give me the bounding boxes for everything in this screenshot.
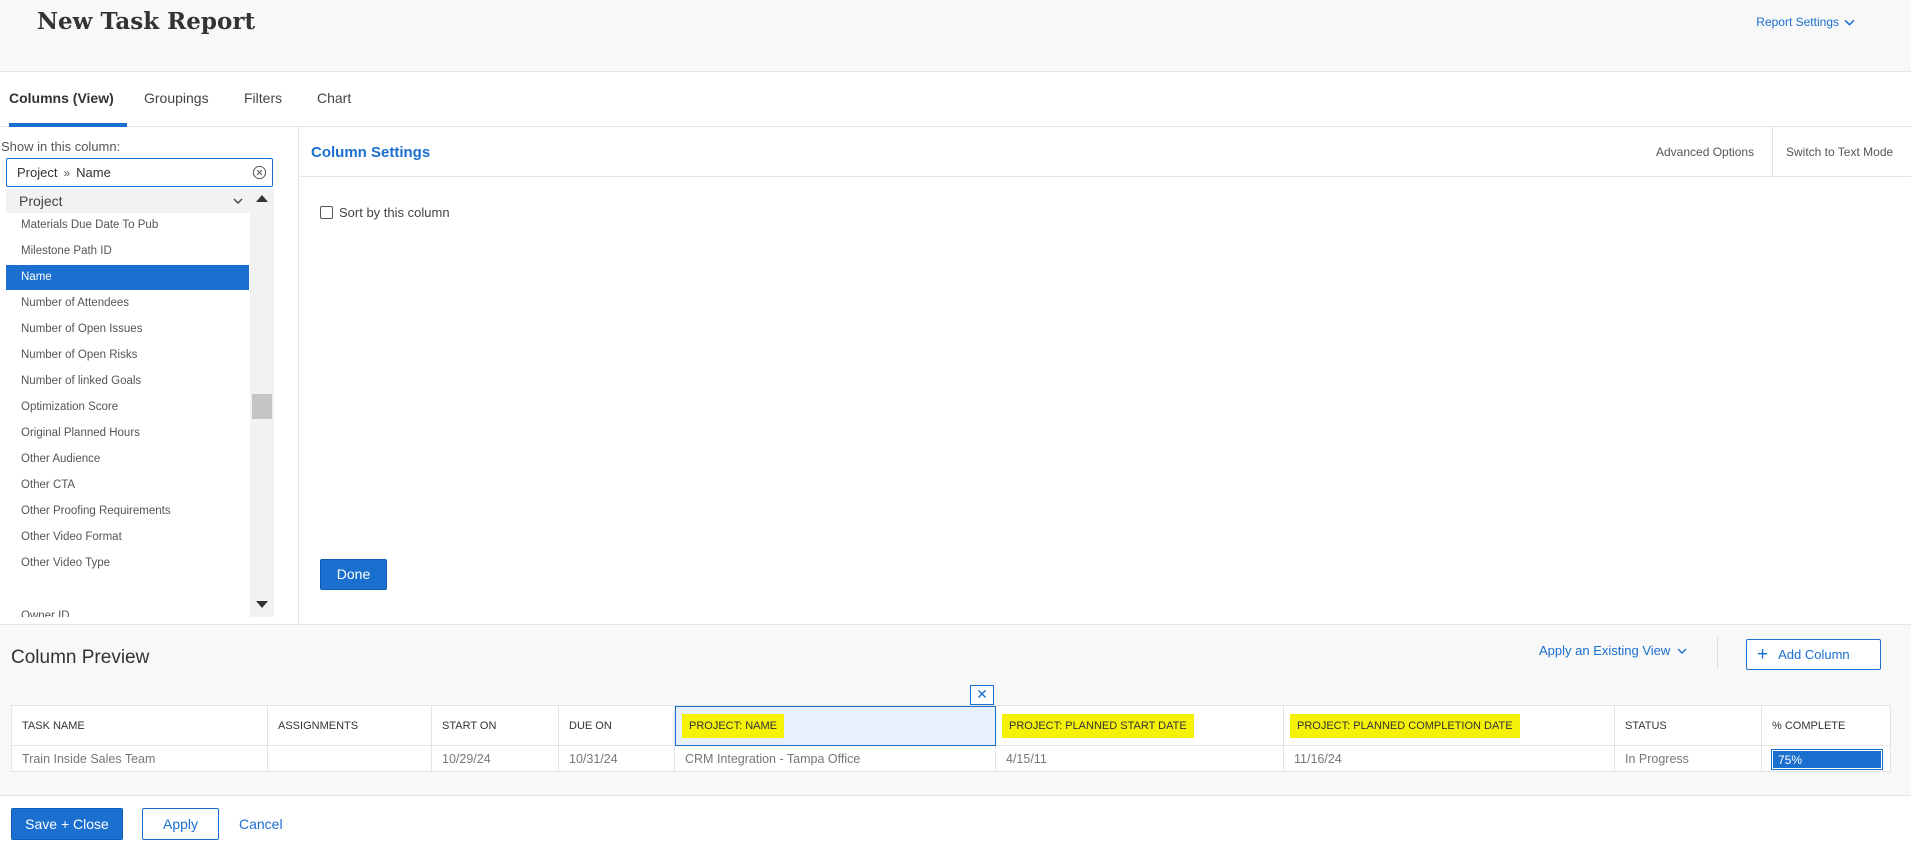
column-header-label: DUE ON: [569, 719, 612, 732]
list-item[interactable]: Other Video Type: [6, 551, 249, 576]
field-path-field: Name: [76, 165, 111, 180]
column-header[interactable]: DUE ON: [559, 706, 675, 746]
list-item[interactable]: Other Audience: [6, 447, 249, 472]
column-header-label: PROJECT: NAME: [682, 714, 785, 738]
chevron-down-icon: [1677, 648, 1687, 654]
field-picker-panel: Show in this column: Project » Name Proj…: [0, 127, 299, 624]
table-cell: 4/15/11: [996, 746, 1284, 772]
table-cell: [268, 746, 432, 772]
column-preview-title: Column Preview: [11, 647, 150, 668]
list-item[interactable]: Other Video Format: [6, 525, 249, 550]
clear-circle-x-icon[interactable]: [252, 165, 267, 180]
list-item[interactable]: Materials Due Date To Pub: [6, 213, 249, 238]
page-title: New Task Report: [37, 8, 256, 35]
sort-checkbox-label[interactable]: Sort by this column: [339, 205, 450, 220]
list-item[interactable]: Original Planned Hours: [6, 421, 249, 446]
list-item[interactable]: Owner ID: [6, 604, 249, 617]
column-header-label: % COMPLETE: [1772, 719, 1846, 732]
tab-bar: Columns (View) Groupings Filters Chart: [0, 72, 1911, 127]
table-cell: CRM Integration - Tampa Office: [675, 746, 996, 772]
report-settings-menu[interactable]: Report Settings: [1756, 15, 1855, 29]
save-close-button[interactable]: Save + Close: [11, 808, 123, 840]
list-item[interactable]: Other Proofing Requirements: [6, 499, 249, 524]
tab-filters[interactable]: Filters: [244, 72, 282, 127]
column-header[interactable]: START ON: [432, 706, 559, 746]
list-item[interactable]: Number of linked Goals: [6, 369, 249, 394]
column-header-label: TASK NAME: [22, 719, 85, 732]
footer-bar: Save + Close Apply Cancel: [0, 795, 1911, 847]
column-preview-section: Column Preview Apply an Existing View + …: [0, 624, 1911, 795]
field-list: Project Materials Due Date To Pub Milest…: [6, 189, 250, 617]
field-path-object: Project: [17, 165, 58, 180]
header-divider: [1772, 127, 1773, 177]
apply-existing-view-menu[interactable]: Apply an Existing View: [1539, 643, 1687, 658]
done-button[interactable]: Done: [320, 559, 387, 590]
column-settings-title: Column Settings: [311, 144, 431, 161]
report-settings-label: Report Settings: [1756, 15, 1839, 29]
toolbar-divider: [1717, 637, 1718, 669]
list-item[interactable]: Optimization Score: [6, 395, 249, 420]
add-column-button[interactable]: + Add Column: [1746, 639, 1881, 670]
list-item-selected[interactable]: Name: [6, 265, 249, 290]
field-list-scrollbar[interactable]: [250, 189, 274, 617]
advanced-options-link[interactable]: Advanced Options: [1656, 127, 1754, 177]
column-header[interactable]: % COMPLETE: [1762, 706, 1890, 746]
chevron-down-icon: [1844, 19, 1855, 26]
tab-groupings[interactable]: Groupings: [144, 72, 209, 127]
apply-button[interactable]: Apply: [142, 808, 219, 840]
column-settings-header: Column Settings Advanced Options Switch …: [300, 127, 1911, 177]
column-header-selected[interactable]: PROJECT: NAME: [675, 706, 996, 746]
column-header[interactable]: ASSIGNMENTS: [268, 706, 432, 746]
plus-icon: +: [1757, 644, 1769, 665]
list-item[interactable]: Other CTA: [6, 473, 249, 498]
scrollbar-thumb[interactable]: [252, 394, 272, 419]
tab-chart[interactable]: Chart: [317, 72, 351, 127]
tab-columns-view[interactable]: Columns (View): [9, 72, 127, 127]
table-cell: 11/16/24: [1284, 746, 1615, 772]
column-settings-panel: Column Settings Advanced Options Switch …: [300, 127, 1911, 624]
apply-existing-view-label: Apply an Existing View: [1539, 643, 1671, 658]
column-header[interactable]: PROJECT: PLANNED START DATE: [996, 706, 1284, 746]
cancel-link[interactable]: Cancel: [239, 808, 283, 840]
page-header: New Task Report Report Settings: [0, 0, 1911, 72]
percent-complete-bar: 75%: [1771, 748, 1883, 770]
column-header-label: STATUS: [1625, 719, 1667, 732]
list-group-label: Project: [19, 193, 63, 209]
column-header[interactable]: PROJECT: PLANNED COMPLETION DATE: [1284, 706, 1615, 746]
table-cell: 10/29/24: [432, 746, 559, 772]
sort-option-row: Sort by this column: [320, 205, 450, 220]
table-cell: Train Inside Sales Team: [12, 746, 268, 772]
table-cell: In Progress: [1615, 746, 1762, 772]
remove-column-close-icon[interactable]: ✕: [970, 685, 994, 705]
scroll-down-arrow-icon[interactable]: [256, 601, 268, 608]
show-in-column-label: Show in this column:: [1, 139, 121, 154]
field-search-input[interactable]: Project » Name: [6, 158, 273, 187]
column-header-label: PROJECT: PLANNED START DATE: [1002, 713, 1194, 738]
column-header[interactable]: TASK NAME: [12, 706, 268, 746]
switch-to-text-mode-link[interactable]: Switch to Text Mode: [1786, 127, 1893, 177]
column-header-label: START ON: [442, 719, 497, 732]
list-item[interactable]: Number of Open Risks: [6, 343, 249, 368]
table-cell: 10/31/24: [559, 746, 675, 772]
column-header-label: PROJECT: PLANNED COMPLETION DATE: [1290, 713, 1520, 738]
column-header[interactable]: STATUS: [1615, 706, 1762, 746]
list-item[interactable]: Number of Attendees: [6, 291, 249, 316]
scroll-up-arrow-icon[interactable]: [256, 195, 268, 202]
table-cell: 75%: [1762, 746, 1890, 772]
preview-table: TASK NAME ASSIGNMENTS START ON DUE ON PR…: [11, 705, 1891, 772]
list-group-header[interactable]: Project: [6, 189, 250, 213]
chevron-down-icon: [233, 198, 243, 204]
column-header-label: ASSIGNMENTS: [278, 719, 359, 732]
double-chevron-right-icon: »: [63, 165, 71, 180]
list-item[interactable]: Number of Open Issues: [6, 317, 249, 342]
add-column-label: Add Column: [1778, 647, 1850, 662]
sort-checkbox[interactable]: [320, 206, 333, 219]
list-item[interactable]: Milestone Path ID: [6, 239, 249, 264]
